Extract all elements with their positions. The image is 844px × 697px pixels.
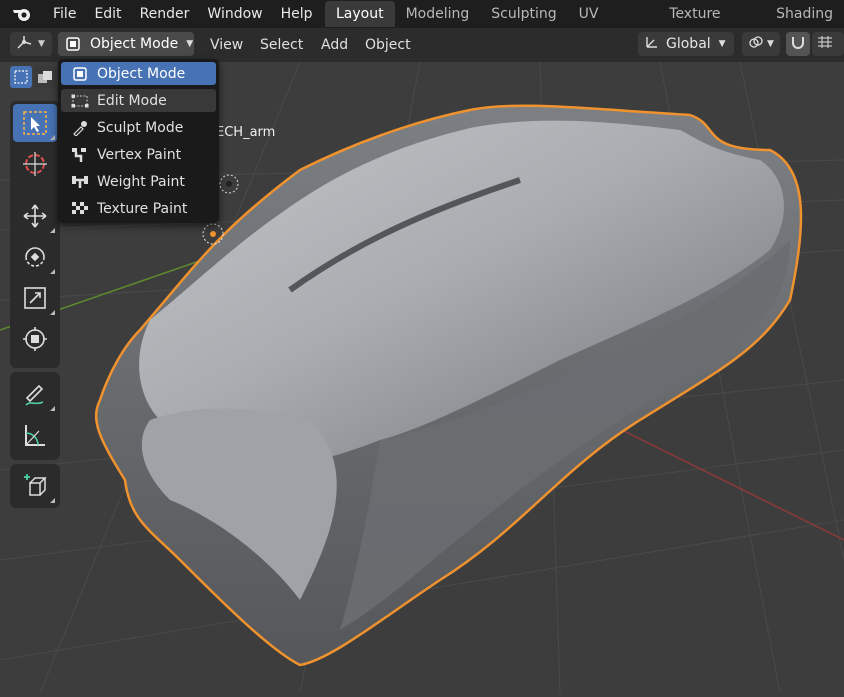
menu-item-label: Sculpt Mode	[97, 119, 184, 136]
menu-object[interactable]: Object	[365, 34, 411, 56]
menu-item-texture-paint[interactable]: Texture Paint	[61, 197, 216, 220]
menu-help[interactable]: Help	[272, 2, 322, 26]
object-name-label: ECH_arm	[216, 125, 276, 140]
main-menu: File Edit Render Window Help	[44, 2, 322, 26]
menu-file[interactable]: File	[44, 2, 85, 26]
transform-icon[interactable]	[13, 320, 57, 358]
menu-item-sculpt-mode[interactable]: Sculpt Mode	[61, 116, 216, 139]
workspace-tabs: Layout Modeling Sculpting UV Editing Tex…	[325, 0, 844, 48]
menu-item-vertex-paint[interactable]: Vertex Paint	[61, 143, 216, 166]
menu-edit[interactable]: Edit	[85, 2, 130, 26]
tab-shading[interactable]: Shading	[765, 1, 844, 27]
tool-panel-add	[10, 464, 60, 508]
menu-item-weight-paint[interactable]: Weight Paint	[61, 170, 216, 193]
select-box-icon[interactable]	[13, 104, 57, 142]
chevron-down-icon: ▼	[767, 39, 774, 49]
tab-texture-paint[interactable]: Texture Paint	[658, 1, 765, 48]
menu-item-edit-mode[interactable]: Edit Mode	[61, 89, 216, 112]
menu-window[interactable]: Window	[198, 2, 271, 26]
editor-type-button[interactable]: ▼	[10, 32, 52, 56]
pivot-icon	[748, 34, 764, 54]
add-cube-icon[interactable]	[13, 467, 57, 505]
magnet-icon	[790, 34, 806, 54]
tab-layout[interactable]: Layout	[325, 1, 395, 27]
cursor-icon[interactable]	[13, 145, 57, 183]
chevron-down-icon: ▼	[718, 39, 726, 49]
menu-item-label: Weight Paint	[97, 173, 185, 190]
menu-item-label: Texture Paint	[97, 200, 188, 217]
chevron-down-icon: ▼	[186, 39, 194, 49]
orientation-icon	[644, 34, 660, 54]
tab-modeling[interactable]: Modeling	[395, 1, 481, 27]
tool-panel-annotate	[10, 372, 60, 460]
selection-mode-buttons	[10, 66, 56, 88]
viewport-header: ▼ Object Mode ▼ View Select Add Object G…	[0, 28, 844, 62]
object-mode-icon	[69, 65, 91, 83]
move-icon[interactable]	[13, 197, 57, 235]
transform-orientation-dropdown[interactable]: Global ▼	[638, 32, 734, 56]
object-mode-icon	[65, 36, 81, 52]
scale-icon[interactable]	[13, 279, 57, 317]
snap-target-dropdown[interactable]	[812, 32, 844, 56]
menu-add[interactable]: Add	[321, 34, 348, 56]
weight-paint-icon	[69, 173, 91, 191]
annotate-icon[interactable]	[13, 375, 57, 413]
top-bar: File Edit Render Window Help Layout Mode…	[0, 0, 844, 48]
menu-item-object-mode[interactable]: Object Mode	[61, 62, 216, 85]
edit-mode-icon	[69, 92, 91, 110]
chevron-down-icon: ▼	[38, 39, 45, 49]
measure-icon[interactable]	[13, 416, 57, 454]
select-extend-icon[interactable]	[34, 66, 56, 88]
tab-sculpting[interactable]: Sculpting	[480, 1, 567, 27]
sculpt-mode-icon	[69, 119, 91, 137]
mode-selector-button[interactable]: Object Mode ▼	[58, 32, 194, 56]
tab-uv-editing[interactable]: UV Editing	[568, 1, 659, 48]
menu-view[interactable]: View	[210, 34, 243, 56]
snap-grid-icon	[816, 34, 834, 54]
menu-select[interactable]: Select	[260, 34, 303, 56]
menu-item-label: Edit Mode	[97, 92, 167, 109]
menu-render[interactable]: Render	[131, 2, 199, 26]
blender-logo-icon[interactable]	[10, 2, 34, 26]
menu-item-label: Object Mode	[97, 65, 186, 82]
vertex-paint-icon	[69, 146, 91, 164]
snap-toggle-button[interactable]	[786, 32, 810, 56]
tool-panel-transform	[10, 101, 60, 368]
toolbar-separator	[10, 186, 60, 194]
select-new-icon[interactable]	[10, 66, 32, 88]
mode-dropdown-menu: Object Mode Edit Mode Sculpt Mode Vertex…	[58, 59, 219, 223]
viewport-editor-icon	[16, 34, 34, 54]
menu-item-label: Vertex Paint	[97, 146, 182, 163]
texture-paint-icon	[69, 200, 91, 218]
transform-orientation-label: Global	[666, 36, 711, 52]
pivot-point-dropdown[interactable]: ▼	[742, 32, 780, 56]
rotate-icon[interactable]	[13, 238, 57, 276]
mode-selector-label: Object Mode	[90, 36, 179, 52]
